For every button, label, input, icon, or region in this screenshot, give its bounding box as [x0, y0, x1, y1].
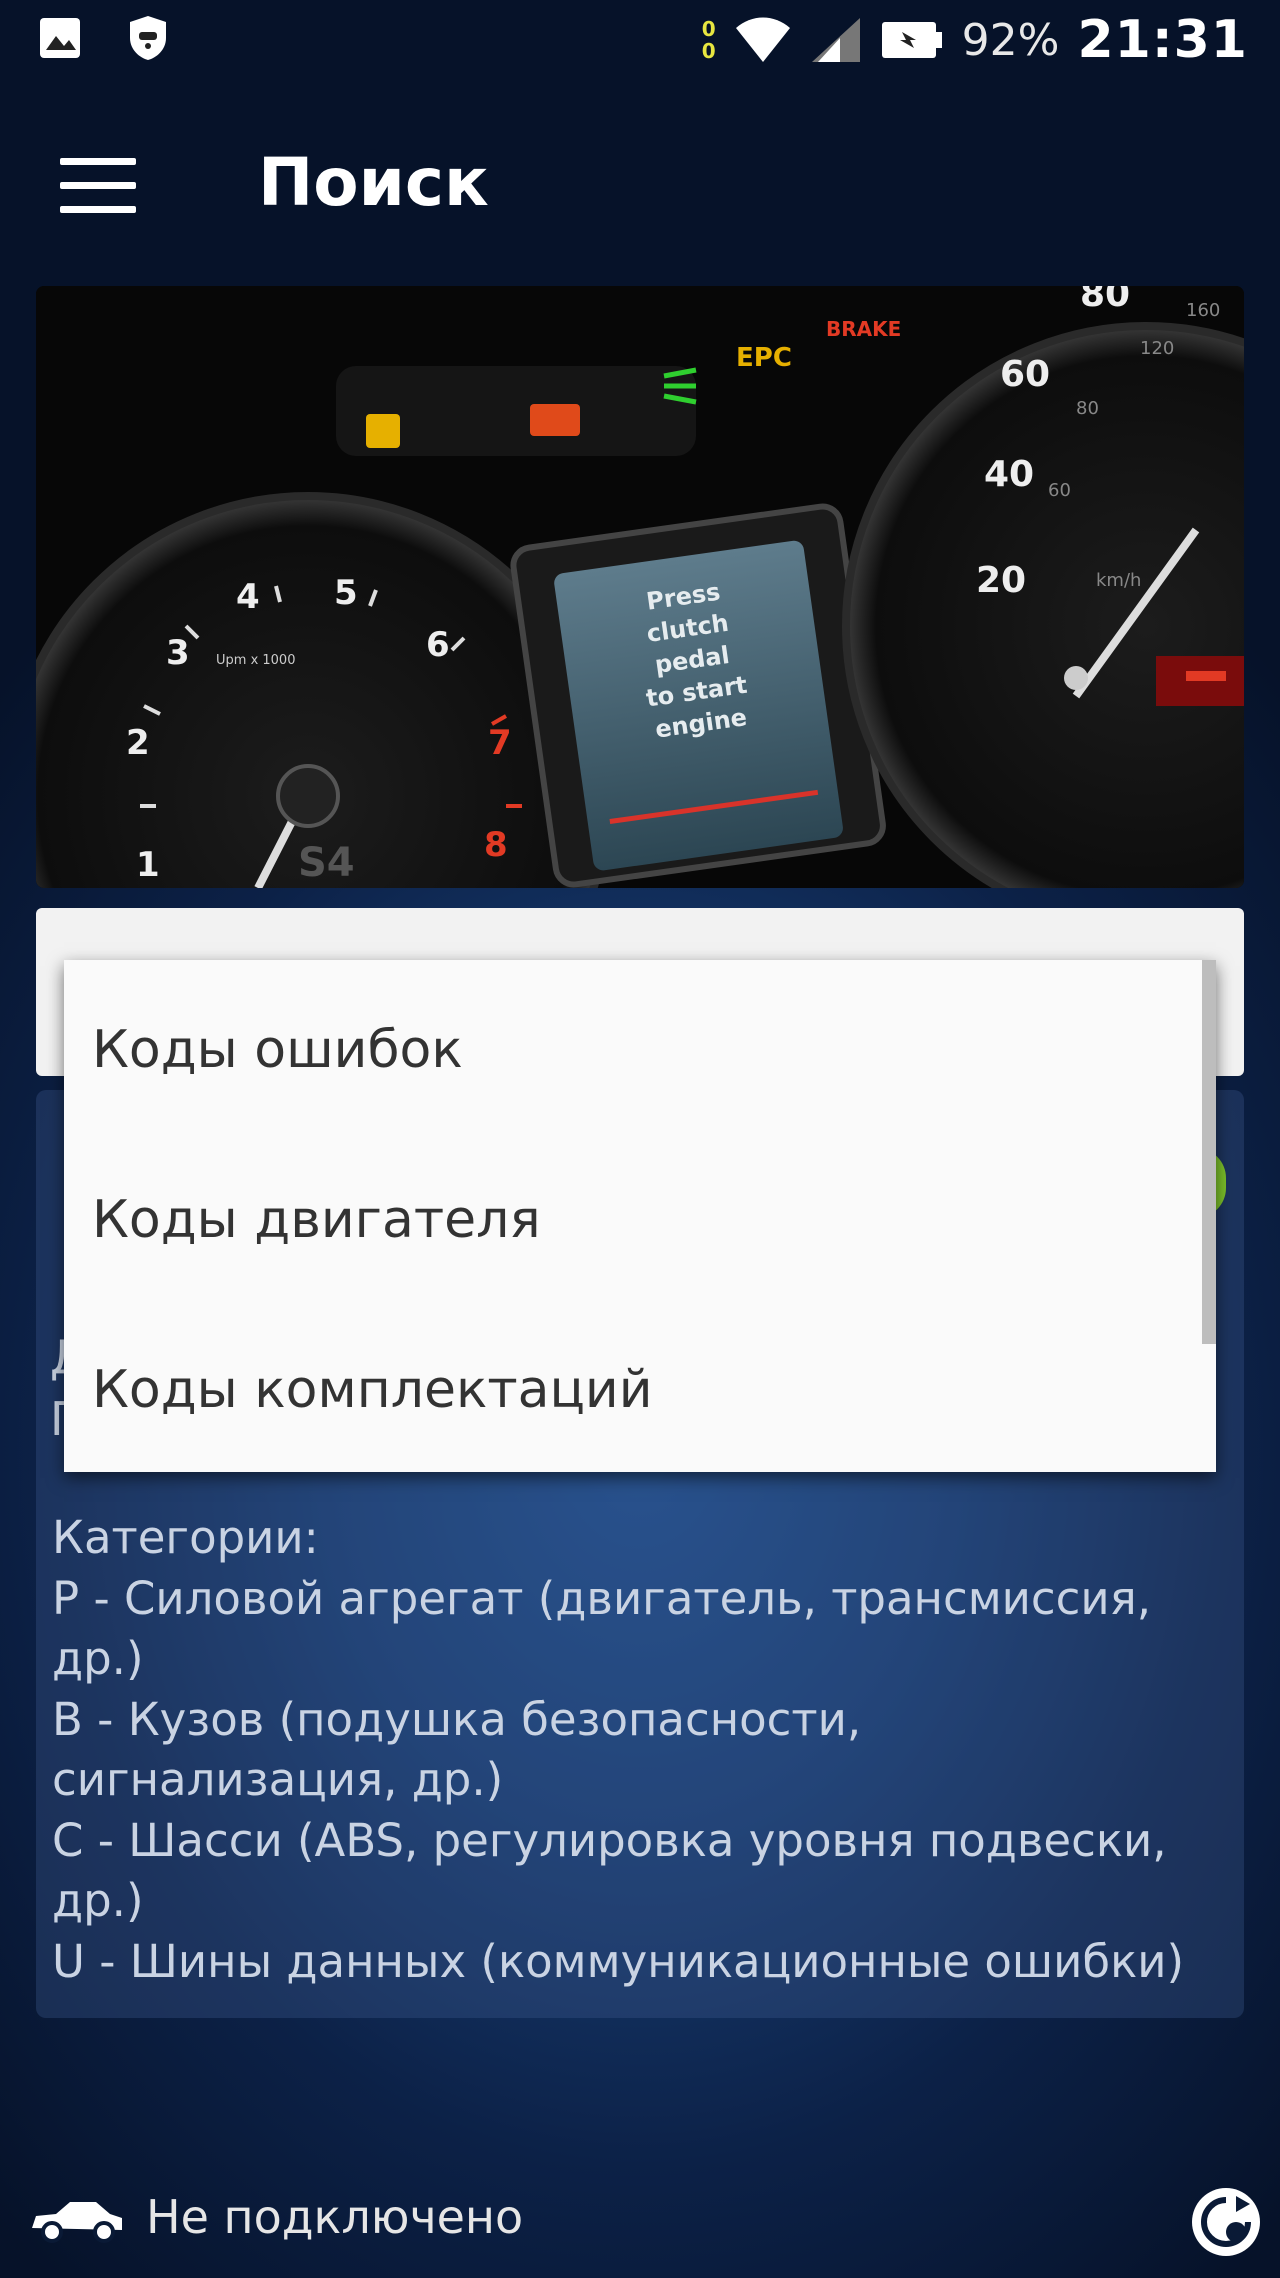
connection-status: Не подключено — [146, 2190, 524, 2244]
brake-light: BRAKE — [826, 317, 901, 341]
category-line: U - Шины данных (коммуникационные ошибки… — [52, 1934, 1185, 1988]
svg-text:1: 1 — [136, 845, 160, 885]
svg-text:5: 5 — [334, 573, 358, 613]
categories-description: Категории: P - Силовой агрегат (двигател… — [52, 1508, 1232, 1992]
svg-text:km/h: km/h — [1096, 570, 1141, 591]
dashboard-hero-image: 1 2 3 4 5 6 7 8 Upm x 1000 S4 Press clut… — [36, 286, 1244, 888]
epc-light: EPC — [736, 343, 792, 373]
status-bar: 0 0 92% 21:31 — [0, 0, 1280, 84]
page-title: Поиск — [258, 144, 489, 221]
data-activity-indicator: 0 0 — [701, 17, 716, 63]
signal-icon — [811, 18, 860, 62]
car-icon — [32, 2202, 122, 2243]
svg-text:20: 20 — [976, 560, 1026, 601]
battery-percent: 92% — [961, 14, 1060, 66]
model-badge: S4 — [298, 840, 355, 886]
category-line: C - Шасси (ABS, регулировка уровня подве… — [52, 1813, 1167, 1867]
wifi-icon — [735, 17, 790, 62]
engine-warning-light — [366, 414, 400, 448]
svg-text:60: 60 — [1000, 354, 1050, 395]
battery-warning-light — [530, 404, 580, 436]
category-line: B - Кузов (подушка безопасности, — [52, 1692, 862, 1746]
svg-text:80: 80 — [1076, 398, 1099, 419]
svg-text:4: 4 — [236, 577, 260, 617]
categories-heading: Категории: — [52, 1511, 319, 1564]
tacho-unit-label: Upm x 1000 — [216, 653, 295, 668]
svg-text:2: 2 — [126, 723, 150, 763]
clock: 21:31 — [1077, 10, 1248, 70]
svg-text:6: 6 — [426, 625, 450, 665]
svg-text:40: 40 — [984, 454, 1034, 495]
svg-text:80: 80 — [1080, 286, 1130, 315]
category-line: др.) — [52, 1632, 144, 1685]
search-type-dropdown: Коды ошибок Коды двигателя Коды комплект… — [64, 960, 1216, 1472]
category-line: сигнализация, др.) — [52, 1753, 504, 1806]
image-icon — [40, 18, 80, 58]
refresh-icon[interactable] — [1188, 2184, 1264, 2260]
dropdown-option-engine-codes[interactable]: Коды двигателя — [92, 1190, 541, 1250]
dropdown-option-error-codes[interactable]: Коды ошибок — [92, 1020, 463, 1080]
category-line: др.) — [52, 1874, 144, 1927]
svg-text:7: 7 — [488, 723, 512, 763]
svg-text:8: 8 — [484, 825, 508, 865]
svg-text:60: 60 — [1048, 480, 1071, 501]
hamburger-menu-icon[interactable] — [60, 158, 136, 214]
svg-text:120: 120 — [1140, 338, 1174, 359]
category-line: P - Силовой агрегат (двигатель, трансмис… — [52, 1571, 1152, 1625]
svg-text:3: 3 — [166, 633, 190, 673]
dropdown-scrollbar[interactable] — [1202, 960, 1216, 1344]
battery-icon — [881, 22, 942, 58]
dropdown-option-equipment-codes[interactable]: Коды комплектаций — [92, 1360, 653, 1420]
svg-text:160: 160 — [1186, 300, 1220, 321]
shield-icon — [130, 16, 166, 60]
